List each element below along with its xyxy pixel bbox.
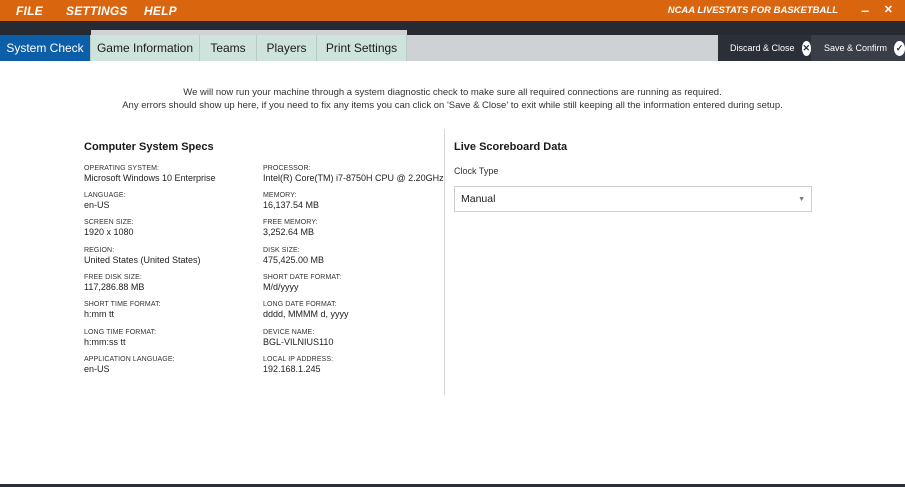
spec-long-time-format: LONG TIME FORMAT: h:mm:ss tt [84, 328, 156, 348]
spec-label: OPERATING SYSTEM: [84, 165, 160, 172]
save-confirm-button[interactable]: Save & Confirm ✓ [811, 35, 905, 61]
header-strip [0, 21, 905, 35]
clock-type-label: Clock Type [454, 166, 499, 176]
tab-label: Print Settings [325, 41, 398, 55]
tab-label: System Check [6, 41, 84, 55]
spec-memory: MEMORY: 16,137.54 MB [263, 191, 319, 211]
menu-settings[interactable]: SETTINGS [66, 4, 128, 18]
spec-label: DISK SIZE: [263, 247, 300, 254]
minimize-icon[interactable]: – [861, 1, 869, 20]
app-title: NCAA LIVESTATS FOR BASKETBALL [667, 5, 838, 16]
spec-value: 3,252.64 MB [263, 227, 315, 237]
spec-value: Intel(R) Core(TM) i7-8750H CPU @ 2.20GHz [263, 173, 444, 183]
tab-players[interactable]: Players [257, 35, 317, 61]
chevron-down-icon: ▼ [798, 196, 805, 203]
close-circle-icon: ✕ [801, 40, 811, 56]
spec-value: 192.168.1.245 [263, 364, 321, 374]
spec-label: MEMORY: [263, 192, 297, 199]
spec-short-time-format: SHORT TIME FORMAT: h:mm tt [84, 300, 161, 320]
save-confirm-label: Save & Confirm [824, 43, 888, 53]
intro-line-2: Any errors should show up here, if you n… [122, 100, 783, 111]
spec-label: LONG TIME FORMAT: [84, 329, 157, 336]
spec-label: LONG DATE FORMAT: [263, 301, 337, 308]
discard-close-label: Discard & Close [730, 43, 795, 53]
spec-value: 1920 x 1080 [84, 227, 134, 237]
spec-label: SCREEN SIZE: [84, 219, 134, 226]
spec-label: LOCAL IP ADDRESS: [263, 356, 334, 363]
spec-label: APPLICATION LANGUAGE: [84, 356, 175, 363]
spec-value: en-US [84, 364, 110, 374]
spec-free-disk-size: FREE DISK SIZE: 117,286.88 MB [84, 273, 144, 293]
clock-type-select[interactable]: Manual ▼ [454, 186, 812, 212]
spec-value: United States (United States) [84, 255, 201, 265]
spec-free-memory: FREE MEMORY: 3,252.64 MB [263, 218, 318, 238]
spec-label: SHORT TIME FORMAT: [84, 301, 161, 308]
spec-label: PROCESSOR: [263, 165, 311, 172]
clock-type-value: Manual [461, 193, 496, 205]
tab-game-information[interactable]: Game Information [91, 35, 200, 61]
spec-short-date-format: SHORT DATE FORMAT: M/d/yyyy [263, 273, 341, 293]
close-icon[interactable]: ✕ [884, 0, 893, 21]
tab-bar: System Check Game Information Teams Play… [0, 35, 905, 61]
spec-region: REGION: United States (United States) [84, 246, 201, 266]
spec-local-ip-address: LOCAL IP ADDRESS: 192.168.1.245 [263, 355, 333, 375]
menu-bar: FILE SETTINGS HELP NCAA LIVESTATS FOR BA… [0, 0, 905, 21]
spec-application-language: APPLICATION LANGUAGE: en-US [84, 355, 175, 375]
tab-print-settings[interactable]: Print Settings [317, 35, 407, 61]
intro-line-1: We will now run your machine through a s… [183, 87, 722, 98]
spec-device-name: DEVICE NAME: BGL-VILNIUS110 [263, 328, 333, 348]
spec-value: BGL-VILNIUS110 [263, 337, 334, 347]
scoreboard-title: Live Scoreboard Data [454, 141, 568, 153]
spec-value: h:mm tt [84, 309, 115, 319]
spec-label: REGION: [84, 247, 115, 254]
spec-screen-size: SCREEN SIZE: 1920 x 1080 [84, 218, 134, 238]
spec-processor: PROCESSOR: Intel(R) Core(TM) i7-8750H CP… [263, 164, 444, 184]
system-specs-title: Computer System Specs [84, 141, 214, 153]
spec-label: SHORT DATE FORMAT: [263, 274, 342, 281]
spec-language: LANGUAGE: en-US [84, 191, 126, 211]
spec-value: h:mm:ss tt [84, 337, 126, 347]
menu-file[interactable]: FILE [16, 4, 43, 18]
spec-label: LANGUAGE: [84, 192, 126, 199]
tab-label: Teams [210, 41, 246, 55]
tab-label: Game Information [96, 41, 194, 55]
panel-divider [444, 129, 445, 395]
spec-value: Microsoft Windows 10 Enterprise [84, 173, 216, 183]
spec-value: 117,286.88 MB [84, 282, 145, 292]
spec-value: 16,137.54 MB [263, 200, 320, 210]
check-circle-icon: ✓ [894, 40, 905, 56]
tab-label: Players [266, 41, 307, 55]
spec-operating-system: OPERATING SYSTEM: Microsoft Windows 10 E… [84, 164, 216, 184]
discard-close-button[interactable]: Discard & Close ✕ [718, 35, 811, 61]
spec-label: FREE MEMORY: [263, 219, 318, 226]
tab-bar-filler [407, 35, 718, 61]
spec-label: FREE DISK SIZE: [84, 274, 142, 281]
tab-teams[interactable]: Teams [200, 35, 257, 61]
spec-disk-size: DISK SIZE: 475,425.00 MB [263, 246, 324, 266]
tab-system-check[interactable]: System Check [0, 35, 91, 61]
intro-text: We will now run your machine through a s… [0, 86, 905, 112]
spec-long-date-format: LONG DATE FORMAT: dddd, MMMM d, yyyy [263, 300, 349, 320]
spec-value: dddd, MMMM d, yyyy [263, 309, 349, 319]
spec-value: en-US [84, 200, 110, 210]
menu-help[interactable]: HELP [144, 4, 177, 18]
spec-value: 475,425.00 MB [263, 255, 325, 265]
spec-label: DEVICE NAME: [263, 329, 315, 336]
spec-value: M/d/yyyy [263, 282, 299, 292]
